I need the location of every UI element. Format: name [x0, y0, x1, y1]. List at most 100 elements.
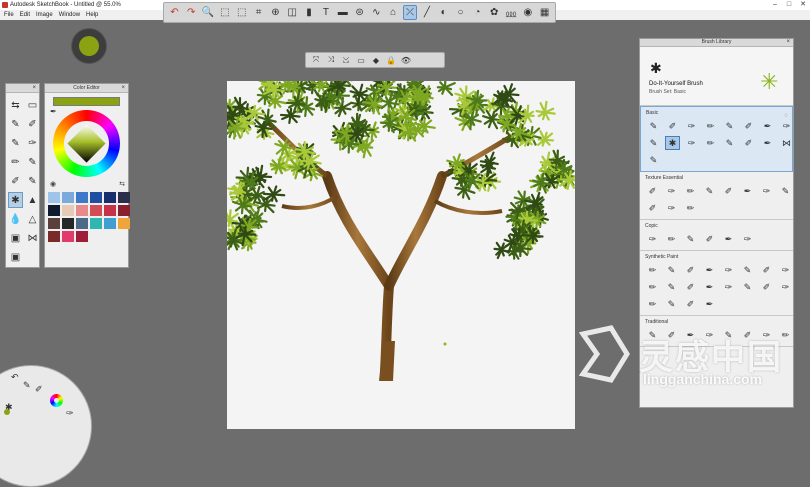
color-swatch[interactable] [48, 205, 60, 216]
eyedropper-icon[interactable]: ✒ [50, 107, 57, 116]
brush-icon[interactable]: ✎ [23, 380, 31, 391]
brush-item[interactable]: ✎ [646, 119, 661, 133]
brush-item[interactable]: ✐ [645, 201, 660, 215]
brush-item[interactable]: ✒ [721, 232, 736, 246]
brush-item[interactable]: ✑ [721, 280, 736, 294]
color-swatch[interactable] [104, 205, 116, 216]
brush-palette-item[interactable]: △ [25, 211, 40, 227]
color-swatch[interactable] [104, 218, 116, 229]
brush-item[interactable]: ✑ [759, 184, 774, 198]
brush-item[interactable]: ✏ [703, 136, 718, 150]
brush-palette-item[interactable]: ▭ [25, 97, 40, 113]
brush-item[interactable]: ✏ [664, 232, 679, 246]
brush-item[interactable]: ✎ [778, 184, 793, 198]
brush-item[interactable]: ✑ [684, 119, 699, 133]
brush-palette-item[interactable]: ▣ [8, 249, 23, 265]
fill-icon[interactable]: ▮ [302, 5, 317, 20]
pen-icon[interactable]: ✐ [35, 384, 43, 395]
color-swatch[interactable] [90, 192, 102, 203]
crop-icon[interactable]: ⌗ [251, 5, 266, 20]
color-swatch[interactable] [48, 231, 60, 242]
color-swatch[interactable] [48, 192, 60, 203]
stroke-icon[interactable]: ◐ [436, 5, 451, 20]
puck-icon[interactable]: ✿ [487, 5, 502, 20]
brush-item[interactable]: ✏ [645, 263, 660, 277]
brush-item[interactable]: ✏ [645, 280, 660, 294]
brush-palette-item[interactable]: ▣ [8, 230, 23, 246]
brush-item[interactable]: ✐ [702, 232, 717, 246]
lasso-icon[interactable]: ⬚ [234, 5, 249, 20]
minimize-button[interactable]: – [768, 0, 782, 10]
brush-item[interactable]: ✎ [683, 232, 698, 246]
brush-item[interactable]: ✎ [722, 119, 737, 133]
brush-item[interactable]: ✐ [741, 119, 756, 133]
brush-palette-item[interactable]: 💧 [8, 211, 23, 227]
brush-item[interactable]: ✱ [665, 136, 680, 150]
brush-item[interactable]: ✑ [778, 263, 793, 277]
brush-palette-item[interactable]: ✱ [8, 192, 23, 208]
brush-item[interactable]: ✒ [702, 297, 717, 311]
lagoon-menu[interactable]: ↶ ✎ ✐ ✑ ✱ [0, 365, 92, 487]
brush-library-icon[interactable]: ◔ [470, 5, 485, 20]
swap-icon[interactable]: ⇆ [119, 180, 125, 188]
brush-item[interactable]: ✐ [741, 136, 756, 150]
brush-item[interactable]: ✒ [702, 280, 717, 294]
color-swatch[interactable] [62, 192, 74, 203]
zoom-icon[interactable]: 🔍 [201, 5, 216, 20]
color-wheel[interactable] [53, 110, 120, 177]
brush-item[interactable]: ✎ [740, 280, 755, 294]
brush-item[interactable]: ✒ [740, 184, 755, 198]
brush-item[interactable]: ✒ [683, 328, 698, 342]
flip-horizontal-icon[interactable]: ⤧ [310, 54, 322, 66]
menu-file[interactable]: File [4, 11, 14, 19]
brush-item[interactable]: ✐ [664, 328, 679, 342]
brush-item[interactable]: ✑ [759, 328, 774, 342]
brush-palette-item[interactable]: ✐ [8, 173, 23, 189]
drawing-canvas[interactable] [227, 81, 575, 429]
brush-item[interactable]: ✎ [722, 136, 737, 150]
brush-item[interactable]: ✒ [760, 119, 775, 133]
close-icon[interactable]: × [32, 84, 36, 92]
lock-icon[interactable]: 🔒 [385, 54, 397, 66]
brush-item[interactable]: ✑ [721, 263, 736, 277]
brush-palette-item[interactable]: ✑ [25, 135, 40, 151]
brush-palette-item[interactable]: ✎ [25, 154, 40, 170]
brush-item[interactable]: ✐ [740, 328, 755, 342]
brush-item[interactable]: ✎ [664, 280, 679, 294]
color-swatch[interactable] [76, 192, 88, 203]
close-icon[interactable]: × [121, 84, 125, 92]
circle-icon[interactable]: ○ [453, 5, 468, 20]
curve-icon[interactable]: ∿ [369, 5, 384, 20]
color-swatch[interactable] [90, 205, 102, 216]
ruler-icon[interactable]: ▬ [335, 5, 350, 20]
line-icon[interactable]: ╱ [419, 5, 434, 20]
brush-item[interactable]: ✐ [665, 119, 680, 133]
menu-image[interactable]: Image [36, 11, 53, 19]
copic-icon[interactable]: ⌂ [386, 5, 401, 20]
brush-item[interactable]: ✏ [683, 201, 698, 215]
layer-frame-icon[interactable]: ▭ [355, 54, 367, 66]
brush-item[interactable]: ✑ [664, 184, 679, 198]
brush-palette-item[interactable]: ✐ [25, 116, 40, 132]
brush-item[interactable]: ✑ [778, 280, 793, 294]
brush-item[interactable]: ✒ [760, 136, 775, 150]
brush-item[interactable]: ✐ [683, 280, 698, 294]
text-icon[interactable]: T [318, 5, 333, 20]
transform-icon[interactable]: ⊕ [268, 5, 283, 20]
brush-palette-item[interactable]: ✎ [8, 116, 23, 132]
brush-item[interactable]: ✐ [645, 184, 660, 198]
undo-icon[interactable]: ↶ [167, 5, 182, 20]
menu-help[interactable]: Help [86, 11, 98, 19]
brush-item[interactable]: ✎ [645, 328, 660, 342]
blend-icon[interactable]: ◆ [370, 54, 382, 66]
color-swatch[interactable] [118, 218, 130, 229]
flip-vertical-icon[interactable]: ⤨ [325, 54, 337, 66]
brush-palette-item[interactable]: ▲ [25, 192, 40, 208]
ellipse-icon[interactable]: ⊜ [352, 5, 367, 20]
brush-item[interactable]: ✑ [645, 232, 660, 246]
menu-edit[interactable]: Edit [20, 11, 30, 19]
maximize-button[interactable]: □ [782, 0, 796, 10]
color-swatch[interactable] [104, 192, 116, 203]
color-wheel-icon[interactable] [50, 394, 63, 407]
color-swatch[interactable] [76, 205, 88, 216]
